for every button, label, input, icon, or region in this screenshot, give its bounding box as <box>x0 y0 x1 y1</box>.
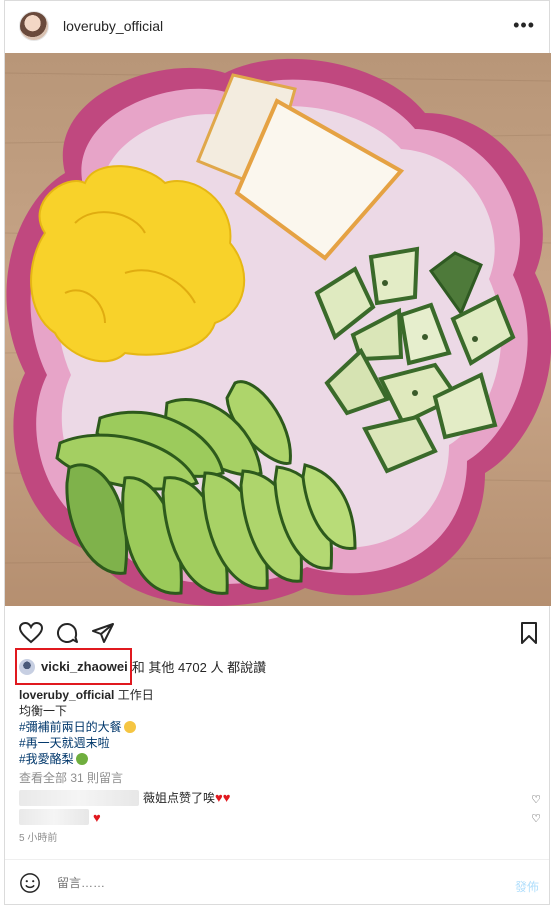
hashtag-1[interactable]: #彌補前兩日的大餐 <box>19 720 122 734</box>
smiley-icon[interactable] <box>19 872 41 894</box>
post-comment-button[interactable]: 發佈 <box>515 878 539 895</box>
avatar[interactable] <box>19 11 49 41</box>
grinning-emoji-icon <box>123 721 136 733</box>
post-header: loveruby_official ••• <box>5 1 549 51</box>
author-username[interactable]: loveruby_official <box>63 18 163 34</box>
post-image[interactable] <box>5 53 551 606</box>
comment-composer: 發佈 <box>5 861 549 905</box>
comment-1: 薇姐点赞了唉 ♥♥ <box>19 789 230 806</box>
hashtag-3[interactable]: #我愛酪梨 <box>19 752 74 766</box>
heart-outline-icon[interactable] <box>19 621 43 645</box>
redacted-username <box>19 809 89 825</box>
comment-1-text: 薇姐点赞了唉 <box>143 791 216 805</box>
avocado-emoji-icon <box>75 753 88 765</box>
bookmark-icon[interactable] <box>517 621 541 645</box>
likes-count-text[interactable]: 和 其他 4702 人 都說讚 <box>132 657 266 676</box>
caption-line2: 均衡一下 <box>19 704 68 718</box>
highlight-box <box>15 648 132 685</box>
post-caption: loveruby_official 工作日 均衡一下 #彌補前兩日的大餐 #再一… <box>19 687 154 767</box>
post-card: loveruby_official ••• vicki_zhaowei 和 其他… <box>4 0 551 905</box>
red-heart-emoji-icon: ♥♥ <box>215 790 231 805</box>
divider <box>5 859 549 860</box>
comment-2-like-icon[interactable]: ♡ <box>531 812 541 825</box>
comment-1-like-icon[interactable]: ♡ <box>531 793 541 806</box>
comment-bubble-icon[interactable] <box>55 621 79 645</box>
comment-input[interactable] <box>55 875 439 891</box>
paper-plane-icon[interactable] <box>91 621 115 645</box>
action-bar <box>5 615 549 647</box>
view-all-comments-link[interactable]: 查看全部 31 則留言 <box>19 769 123 786</box>
caption-author[interactable]: loveruby_official <box>19 688 114 702</box>
hashtag-2[interactable]: #再一天就週末啦 <box>19 736 110 750</box>
post-timestamp[interactable]: 5 小時前 <box>19 829 57 844</box>
more-options-icon[interactable]: ••• <box>513 15 535 36</box>
comment-2: ♥ <box>19 809 101 825</box>
redacted-username <box>19 789 139 806</box>
caption-line1: 工作日 <box>117 688 154 702</box>
red-heart-emoji-icon: ♥ <box>93 809 101 825</box>
